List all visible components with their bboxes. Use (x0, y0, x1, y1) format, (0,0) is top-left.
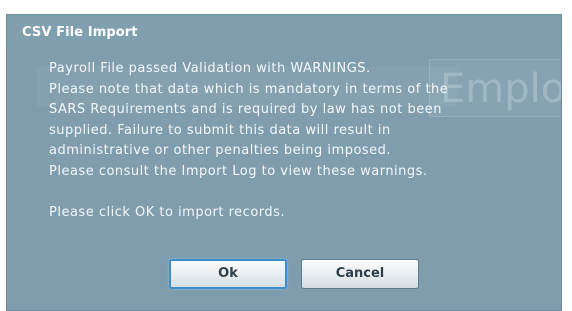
dialog-message: Payroll File passed Validation with WARN… (49, 59, 549, 223)
csv-import-dialog: Emplo CSV File Import Payroll File passe… (6, 14, 562, 311)
message-line: supplied. Failure to submit this data wi… (49, 122, 391, 138)
message-line: SARS Requirements and is required by law… (49, 102, 442, 117)
dialog-title: CSV File Import (22, 25, 138, 40)
ok-button[interactable]: Ok (169, 259, 287, 289)
dialog-titlebar[interactable]: CSV File Import (7, 15, 561, 49)
message-line: Please note that data which is mandatory… (49, 81, 449, 97)
message-line: Please consult the Import Log to view th… (49, 163, 428, 179)
cancel-button[interactable]: Cancel (301, 259, 419, 289)
import-prompt: Please click OK to import records. (49, 204, 286, 220)
message-spacer (49, 182, 549, 203)
message-line: administrative or other penalties being … (49, 143, 392, 158)
message-line: Payroll File passed Validation with WARN… (49, 61, 371, 76)
